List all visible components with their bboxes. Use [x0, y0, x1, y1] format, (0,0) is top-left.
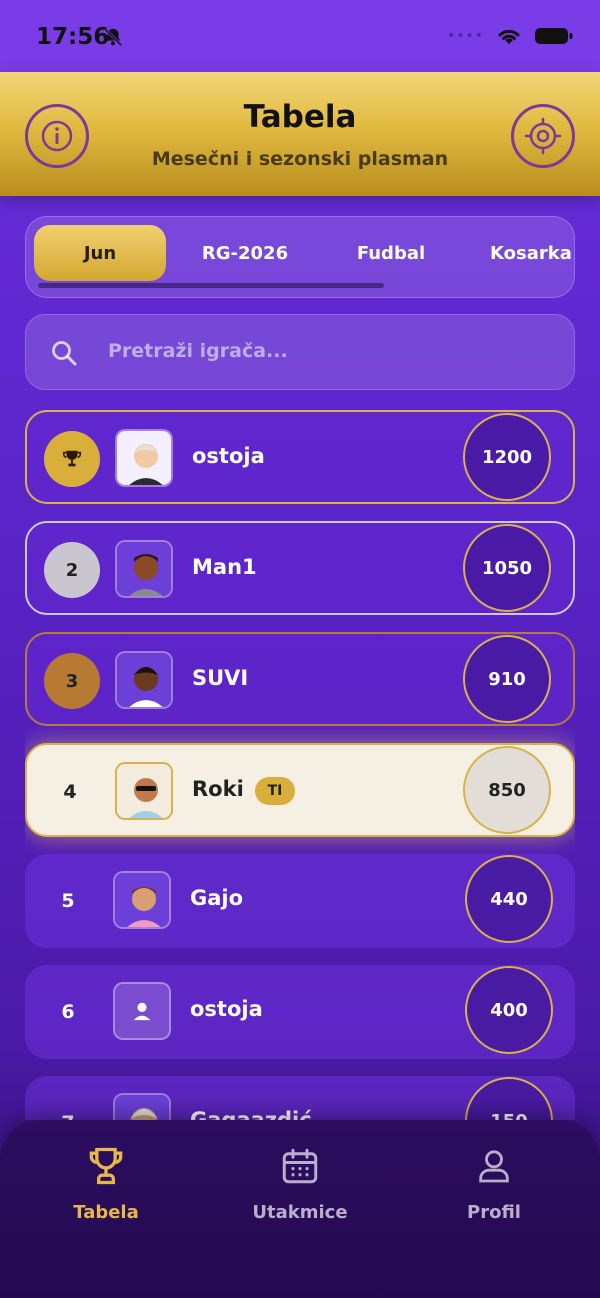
- player-name: Roki: [192, 777, 244, 801]
- rank-number: 6: [61, 1001, 75, 1023]
- rank-badge-first: [44, 431, 100, 487]
- nav-label: Utakmice: [252, 1202, 348, 1223]
- player-name: SUVI: [192, 666, 249, 690]
- points-badge: 910: [463, 635, 551, 723]
- search-placeholder: Pretraži igrača...: [108, 340, 288, 362]
- rank-number: 7: [42, 1095, 94, 1120]
- points-badge: 850: [463, 746, 551, 834]
- app-header: Tabela Mesečni i sezonski plasman: [0, 72, 600, 196]
- points-badge: 150: [465, 1077, 553, 1120]
- avatar: [115, 762, 173, 820]
- tab-fudbal[interactable]: Fudbal: [332, 225, 450, 281]
- player-name: ostoja: [190, 997, 263, 1021]
- you-badge: TI: [255, 777, 295, 805]
- search-field[interactable]: Pretraži igrača...: [25, 314, 575, 390]
- points-badge: 1050: [463, 524, 551, 612]
- nav-label: Profil: [467, 1202, 521, 1223]
- user-icon: [479, 1150, 509, 1183]
- avatar: [115, 429, 173, 487]
- period-tabs: Jun RG-2026 Fudbal Kosarka: [25, 216, 575, 298]
- page-subtitle: Mesečni i sezonski plasman: [151, 148, 449, 170]
- trophy-icon: [62, 450, 82, 467]
- points-badge: 440: [465, 855, 553, 943]
- calendar-icon: [282, 1148, 318, 1184]
- nav-utakmice[interactable]: Utakmice: [200, 1144, 400, 1223]
- page-title: Tabela: [243, 99, 357, 135]
- leaderboard-row-current-user[interactable]: 4 Roki TI 850: [25, 743, 575, 837]
- player-name: Man1: [192, 555, 257, 579]
- leaderboard-row[interactable]: 7 Gagaazdić 150: [25, 1076, 575, 1120]
- points-badge: 400: [465, 966, 553, 1054]
- tab-rg-2026[interactable]: RG-2026: [186, 225, 304, 281]
- leaderboard-row[interactable]: 2 Man1 1050: [25, 521, 575, 615]
- nav-tabela[interactable]: Tabela: [6, 1144, 206, 1223]
- nav-profil[interactable]: Profil: [394, 1144, 594, 1223]
- leaderboard-row[interactable]: ostoja 1200: [25, 410, 575, 504]
- nav-label: Tabela: [73, 1202, 139, 1223]
- status-time: 17:56: [36, 24, 110, 50]
- leaderboard-list[interactable]: ostoja 1200 2 Man1 1050 3 SUVI 910 4 Rok…: [25, 410, 575, 1120]
- bottom-navigation: Tabela Utakmice Profil: [0, 1120, 600, 1298]
- person-icon: [133, 1002, 151, 1021]
- avatar-placeholder: [113, 982, 171, 1040]
- locate-button[interactable]: [511, 104, 575, 168]
- rank-number: 5: [61, 890, 75, 912]
- status-bar: 17:56 ••••: [0, 0, 600, 72]
- avatar: [113, 871, 171, 929]
- signal-dots-icon: ••••: [446, 28, 484, 44]
- rank-badge-second: 2: [44, 542, 100, 598]
- rank-number: 4: [63, 781, 77, 803]
- player-name: Gajo: [190, 886, 244, 910]
- avatar: [115, 540, 173, 598]
- tab-jun[interactable]: Jun: [34, 225, 166, 281]
- crosshair-icon: [524, 117, 562, 155]
- points-badge: 1200: [463, 413, 551, 501]
- leaderboard-row[interactable]: 6 ostoja 400: [25, 965, 575, 1059]
- player-name: Gagaazdić: [190, 1108, 312, 1120]
- rank-badge-third: 3: [44, 653, 100, 709]
- leaderboard-row[interactable]: 3 SUVI 910: [25, 632, 575, 726]
- wifi-icon: [498, 29, 520, 44]
- avatar: [113, 1093, 171, 1120]
- trophy-icon: [89, 1147, 123, 1185]
- leaderboard-row[interactable]: 5 Gajo 440: [25, 854, 575, 948]
- avatar: [115, 651, 173, 709]
- player-name: ostoja: [192, 444, 265, 468]
- battery-icon: [535, 28, 573, 44]
- search-icon: [52, 341, 77, 366]
- tabs-scroll-indicator[interactable]: [38, 283, 384, 288]
- tab-kosarka[interactable]: Kosarka: [478, 225, 574, 281]
- bell-off-icon: [102, 26, 124, 52]
